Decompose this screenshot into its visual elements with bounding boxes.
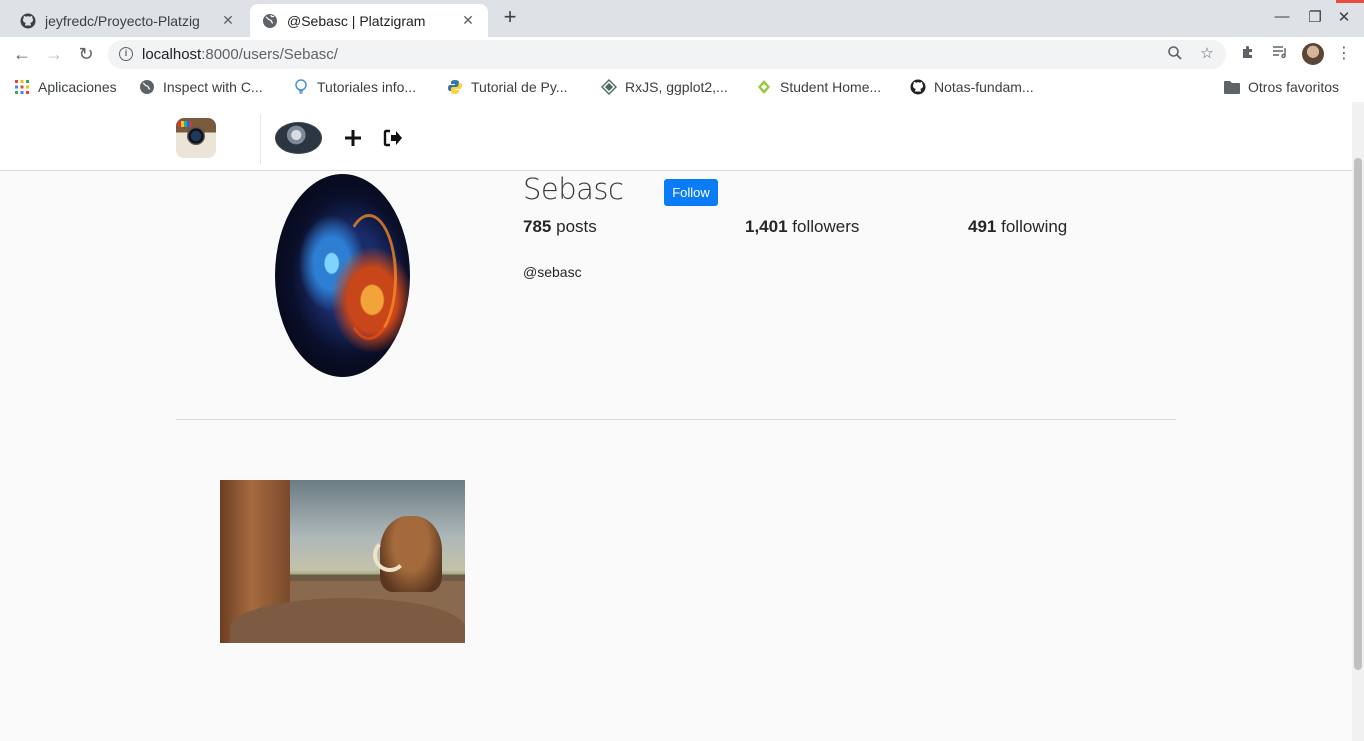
bulb-icon [293,79,309,95]
bookmark-label: Tutoriales info... [317,79,417,95]
github-icon [910,79,926,95]
bookmarks-bar: Aplicaciones Inspect with C... Tutoriale… [0,72,1364,102]
page-viewport: Sebasc Follow 785 posts 1,401 followers … [0,102,1352,741]
profile-handle: @sebasc [523,264,582,280]
browser-profile-avatar[interactable] [1302,43,1324,65]
extensions-icon[interactable] [1238,44,1258,64]
bookmark-label: Tutorial de Py... [471,79,568,95]
tab-bar: jeyfredc/Proyecto-Platzig ✕ @Sebasc | Pl… [0,0,1364,37]
bookmark-tutoriales[interactable]: Tutoriales info... [293,79,416,95]
close-icon[interactable]: ✕ [460,12,476,29]
bookmark-other-folder[interactable]: Otros favoritos [1224,79,1339,95]
maximize-icon[interactable]: ❐ [1305,8,1325,26]
bookmark-rxjs[interactable]: RxJS, ggplot2,... [601,79,728,95]
posts-count: 785 posts [523,217,597,236]
bookmark-label: Otros favoritos [1248,79,1340,95]
site-info-icon[interactable]: i [119,47,133,61]
minimize-icon[interactable]: — [1272,8,1292,25]
github-icon [20,13,36,29]
reload-icon[interactable]: ↻ [74,42,98,66]
close-window-icon[interactable]: ✕ [1334,8,1354,26]
navbar-divider [260,114,261,164]
bookmark-label: Student Home... [780,79,882,95]
bookmark-inspect[interactable]: Inspect with C... [139,79,263,95]
followers-count[interactable]: 1,401 followers [745,217,859,237]
tab-github-repo[interactable]: jeyfredc/Proyecto-Platzig ✕ [8,4,248,37]
logout-icon[interactable] [381,126,405,150]
site-navbar [0,102,1352,171]
profile-picture [275,174,410,377]
bookmark-apps[interactable]: Aplicaciones [14,79,117,95]
url-text[interactable]: localhost:8000/users/Sebasc/ [142,46,338,63]
nav-user-avatar[interactable] [275,122,322,154]
menu-kebab-icon[interactable]: ⋮ [1334,44,1354,64]
globe-icon [262,13,278,29]
profile-username: Sebasc [523,172,624,206]
profile-divider [176,419,1176,420]
forward-icon[interactable]: → [42,42,66,66]
bookmark-label: Aplicaciones [38,79,117,95]
browser-toolbar: ← → ↻ i localhost:8000/users/Sebasc/ ☆ ⋮ [0,37,1364,72]
folder-icon [1224,79,1240,95]
bookmark-student-home[interactable]: Student Home... [756,79,881,95]
bookmark-notas[interactable]: Notas-fundam... [910,79,1034,95]
diamond-icon [601,79,617,95]
follow-button[interactable]: Follow [664,179,718,206]
globe-icon [139,79,155,95]
zoom-icon[interactable] [1166,45,1184,63]
bookmark-label: RxJS, ggplot2,... [625,79,728,95]
address-bar[interactable]: i localhost:8000/users/Sebasc/ ☆ [108,40,1226,69]
apps-grid-icon [14,79,30,95]
tab-title: jeyfredc/Proyecto-Platzig [45,12,200,29]
plus-icon[interactable] [341,126,365,150]
following-count[interactable]: 491 following [968,217,1067,237]
platzigram-logo[interactable] [176,118,216,158]
bookmark-python[interactable]: Tutorial de Py... [447,79,567,95]
bookmark-label: Inspect with C... [163,79,263,95]
tab-platzigram[interactable]: @Sebasc | Platzigram ✕ [250,4,488,37]
scrollbar-thumb[interactable] [1354,158,1362,670]
back-icon[interactable]: ← [10,42,34,66]
media-queue-icon[interactable] [1270,44,1290,64]
python-icon [447,79,463,95]
bookmark-label: Notas-fundam... [934,79,1034,95]
post-thumbnail[interactable] [220,480,465,643]
close-icon[interactable]: ✕ [220,12,236,29]
new-tab-icon[interactable]: + [499,6,521,28]
bookmark-star-icon[interactable]: ☆ [1198,45,1216,63]
window-accent [1336,0,1364,3]
tab-title: @Sebasc | Platzigram [287,12,426,29]
leaf-icon [756,79,772,95]
